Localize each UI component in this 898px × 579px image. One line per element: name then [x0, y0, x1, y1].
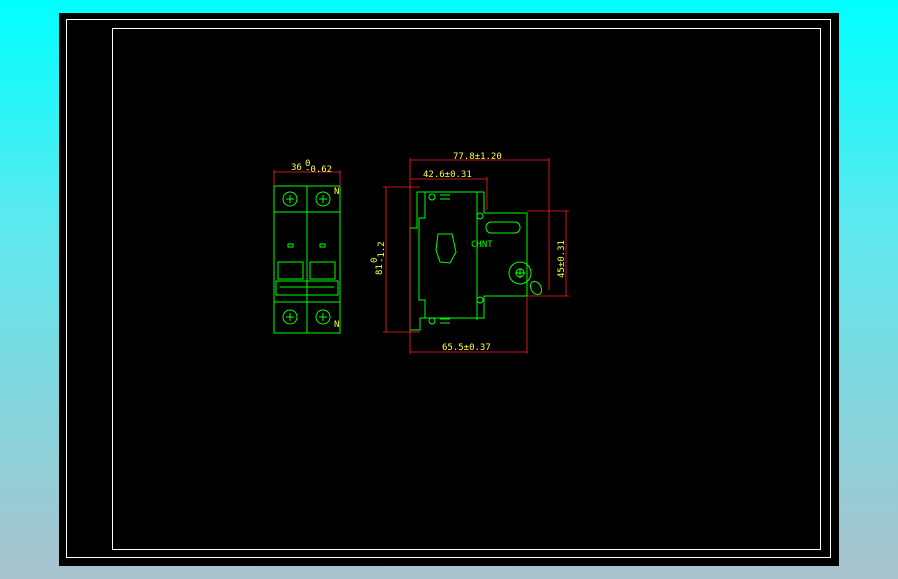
- terminal-label: N: [334, 187, 339, 197]
- height-tolerance-lower: -1.2: [377, 241, 387, 263]
- width-tolerance-lower: -0.62: [305, 165, 332, 175]
- base-depth-dimension: 65.5±0.37: [442, 343, 491, 353]
- terminal-label: N: [334, 320, 339, 330]
- cad-drawing-canvas[interactable]: N N 36 0 -0.62 CHNT 77.8±1.20 42.6±0.31: [0, 0, 898, 579]
- height-dimension: 81: [375, 264, 385, 275]
- overall-depth-dimension: 77.8±1.20: [453, 152, 502, 162]
- front-height-dimension: 45±0.31: [557, 240, 567, 278]
- rail-to-front-dimension: 42.6±0.31: [423, 170, 472, 180]
- drawing-background: [59, 13, 839, 566]
- width-dimension: 36: [291, 163, 302, 173]
- brand-label: CHNT: [471, 240, 493, 250]
